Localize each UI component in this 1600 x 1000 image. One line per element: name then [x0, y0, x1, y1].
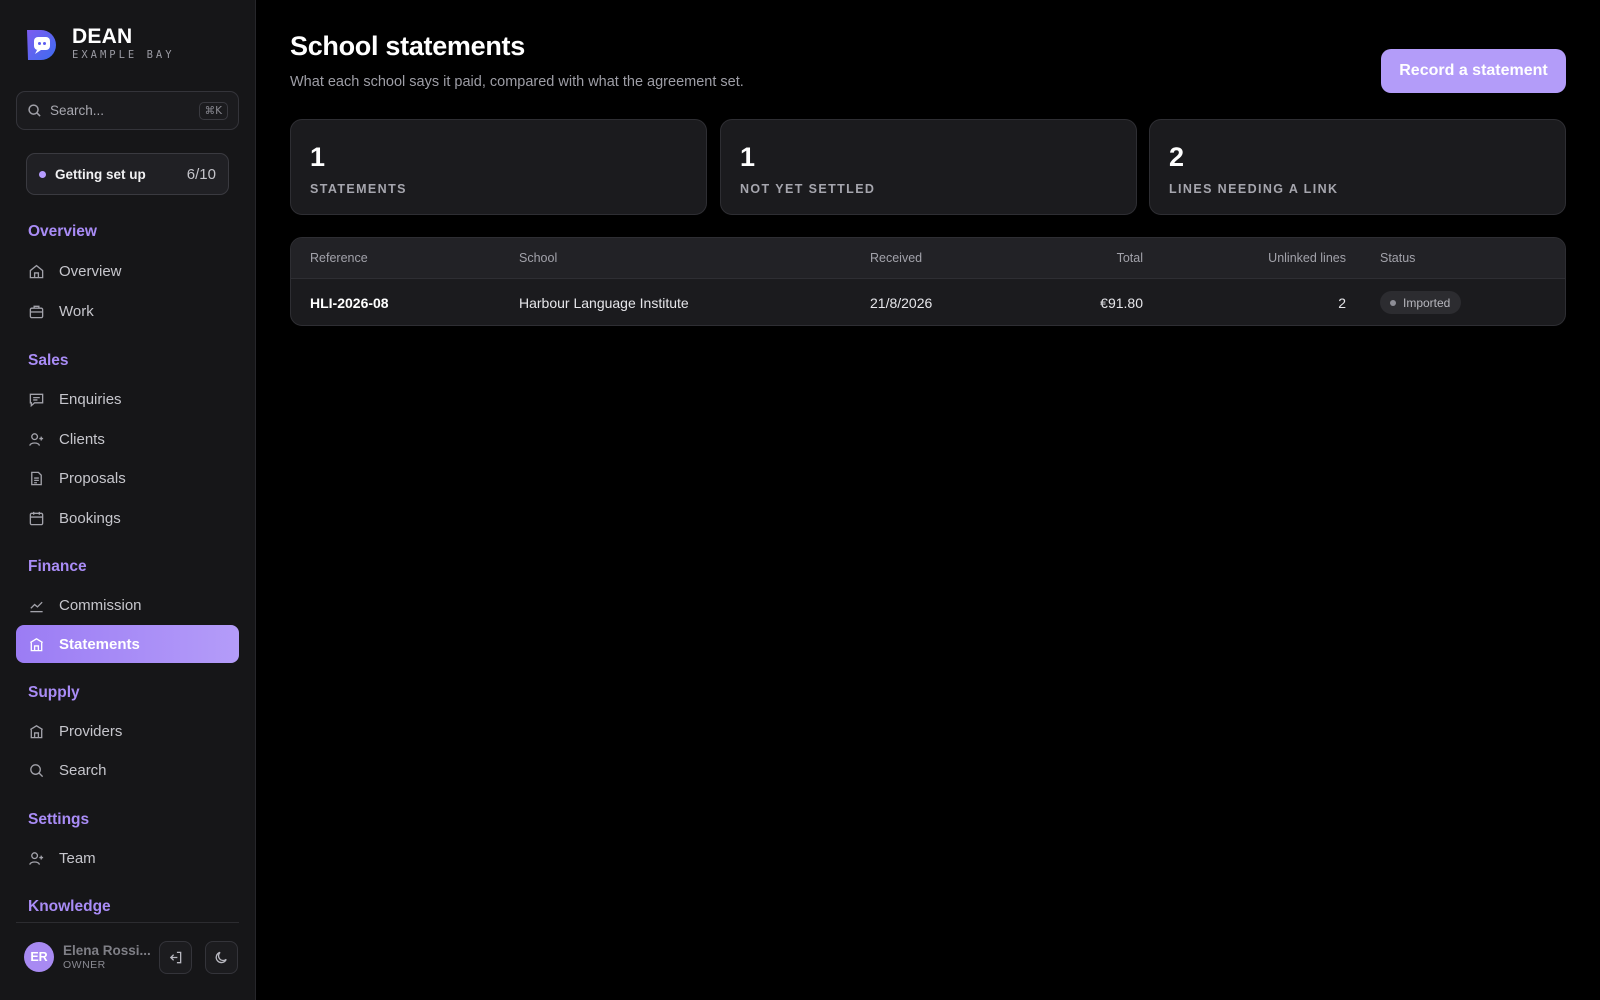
getting-set-up-button[interactable]: Getting set up 6/10	[26, 153, 229, 195]
column-header-school[interactable]: School	[519, 251, 557, 265]
page-title: School statements	[290, 31, 525, 61]
sidebar-item-enquiries[interactable]: Enquiries	[16, 380, 239, 418]
cell-received: 21/8/2026	[870, 295, 933, 311]
sidebar-item-label: Statements	[59, 635, 140, 653]
setup-label: Getting set up	[55, 166, 146, 182]
search-icon	[30, 763, 44, 777]
nav-section-knowledge: Knowledge	[28, 898, 111, 915]
document-icon	[31, 471, 42, 485]
stat-label: LINES NEEDING A LINK	[1169, 182, 1339, 196]
brand-subtitle: EXAMPLE BAY	[72, 49, 175, 61]
nav-section-overview: Overview	[28, 223, 97, 240]
table-header: Reference School Received Total Unlinked…	[291, 238, 1565, 279]
sidebar-item-label: Bookings	[59, 509, 121, 527]
sidebar-item-label: Enquiries	[59, 390, 122, 408]
nav-section-finance: Finance	[28, 558, 87, 575]
sidebar-item-label: Overview	[59, 262, 122, 280]
search-shortcut-badge: ⌘K	[198, 101, 228, 120]
sidebar: DEAN EXAMPLE BAY ⌘K Getting set up 6/10 …	[0, 0, 256, 1000]
stat-value: 1	[740, 142, 756, 172]
brand[interactable]: DEAN EXAMPLE BAY	[24, 26, 175, 62]
nav-section-sales: Sales	[28, 352, 69, 369]
cell-reference[interactable]: HLI-2026-08	[310, 295, 389, 311]
column-header-received[interactable]: Received	[870, 251, 922, 265]
sidebar-divider	[16, 922, 239, 923]
stat-value: 2	[1169, 142, 1185, 172]
bank-icon	[30, 724, 43, 738]
stat-card-statements: 1 STATEMENTS	[290, 119, 707, 215]
column-header-total[interactable]: Total	[1043, 251, 1143, 265]
statements-table: Reference School Received Total Unlinked…	[290, 237, 1566, 326]
nav-section-supply: Supply	[28, 684, 80, 701]
home-icon	[29, 264, 44, 278]
brand-name: DEAN	[72, 25, 133, 48]
user-role: OWNER	[63, 959, 106, 971]
cell-school: Harbour Language Institute	[519, 295, 689, 311]
column-header-status[interactable]: Status	[1380, 251, 1415, 265]
stat-label: NOT YET SETTLED	[740, 182, 876, 196]
status-dot	[1390, 299, 1396, 306]
sidebar-item-providers[interactable]: Providers	[16, 712, 239, 750]
sidebar-item-commission[interactable]: Commission	[16, 586, 239, 624]
sidebar-item-label: Clients	[59, 430, 105, 448]
nav-section-settings: Settings	[28, 811, 90, 828]
sidebar-item-proposals[interactable]: Proposals	[16, 459, 239, 497]
theme-toggle-button[interactable]	[205, 941, 238, 974]
logo-icon	[24, 26, 60, 62]
user-plus-icon	[29, 432, 44, 446]
sidebar-item-overview[interactable]: Overview	[16, 252, 239, 290]
sidebar-item-label: Search	[59, 761, 107, 779]
cell-total: €91.80	[1100, 295, 1143, 311]
search-icon	[28, 104, 41, 117]
stat-card-not-yet-settled: 1 NOT YET SETTLED	[720, 119, 1137, 215]
sign-out-button[interactable]	[159, 941, 192, 974]
record-statement-button[interactable]: Record a statement	[1381, 49, 1566, 93]
trend-icon	[30, 601, 43, 612]
sidebar-item-label: Commission	[59, 596, 142, 614]
stat-label: STATEMENTS	[310, 182, 407, 196]
status-label: Imported	[1403, 295, 1451, 310]
sidebar-item-label: Team	[59, 849, 96, 867]
sidebar-item-label: Proposals	[59, 469, 126, 487]
sidebar-item-label: Work	[59, 302, 94, 320]
sidebar-item-work[interactable]: Work	[16, 292, 239, 330]
search-box[interactable]: ⌘K	[16, 91, 239, 130]
sign-out-icon	[169, 951, 182, 964]
setup-progress: 6/10	[186, 165, 216, 183]
setup-status-dot	[39, 170, 46, 178]
column-header-reference[interactable]: Reference	[310, 251, 368, 265]
user-name: Elena Rossi...	[63, 943, 151, 958]
page-subtitle: What each school says it paid, compared …	[290, 74, 744, 90]
search-input[interactable]	[50, 103, 199, 118]
sidebar-item-bookings[interactable]: Bookings	[16, 499, 239, 537]
moon-icon	[215, 951, 227, 964]
sidebar-item-statements[interactable]: Statements	[16, 625, 239, 663]
user-plus-icon	[29, 851, 44, 865]
cell-unlinked-lines: 2	[1338, 295, 1346, 311]
briefcase-icon	[29, 305, 44, 318]
avatar[interactable]: ER	[24, 942, 54, 972]
sidebar-item-clients[interactable]: Clients	[16, 420, 239, 458]
message-icon	[29, 393, 44, 407]
bank-icon	[30, 637, 43, 651]
sidebar-item-team[interactable]: Team	[16, 839, 239, 877]
stat-value: 1	[310, 142, 326, 172]
calendar-icon	[29, 511, 44, 525]
stat-card-lines-needing-link: 2 LINES NEEDING A LINK	[1149, 119, 1566, 215]
sidebar-item-search[interactable]: Search	[16, 751, 239, 789]
sidebar-item-label: Providers	[59, 722, 123, 740]
column-header-unlinked-lines[interactable]: Unlinked lines	[1196, 251, 1346, 265]
status-badge: Imported	[1380, 291, 1462, 314]
